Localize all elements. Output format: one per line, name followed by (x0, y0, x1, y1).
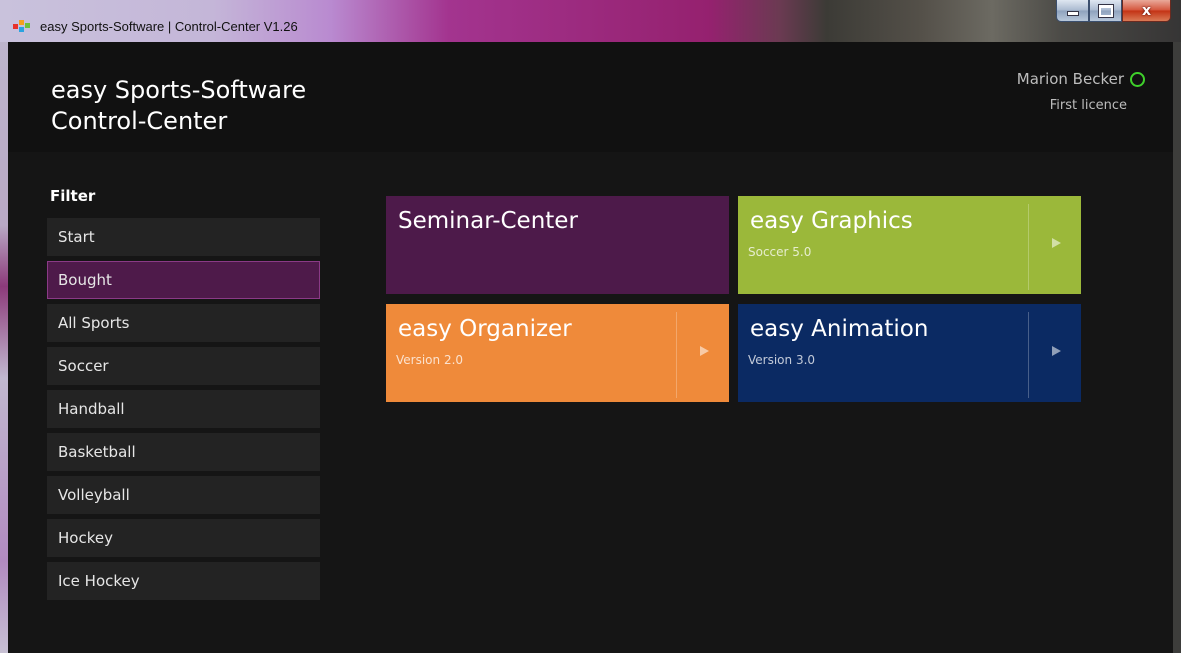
close-icon: x (1141, 2, 1152, 19)
tile-title: easy Animation (750, 316, 929, 342)
licence-label: First licence (1049, 98, 1127, 113)
window-title: easy Sports-Software | Control-Center V1… (40, 19, 298, 34)
close-button[interactable]: x (1122, 0, 1171, 22)
app-header: easy Sports-Software Control-Center Mari… (8, 42, 1173, 152)
user-name: Marion Becker (1016, 70, 1124, 88)
app-window: easy Sports-Software Control-Center Mari… (8, 42, 1173, 653)
tile-divider (1028, 312, 1029, 398)
tile-title: Seminar-Center (398, 208, 578, 234)
tile-seminar-center[interactable]: Seminar-Center (386, 196, 729, 294)
tile-subtitle: Version 2.0 (396, 353, 464, 367)
window-frame-left (0, 42, 8, 653)
minimize-icon (1066, 11, 1079, 16)
tile-subtitle: Version 3.0 (748, 353, 816, 367)
window-controls: x (1056, 0, 1171, 22)
maximize-button[interactable] (1089, 0, 1122, 22)
filter-item-ice-hockey[interactable]: Ice Hockey (47, 562, 320, 600)
filter-item-volleyball[interactable]: Volleyball (47, 476, 320, 514)
tile-subtitle: Soccer 5.0 (748, 245, 812, 259)
tile-easy-organizer[interactable]: easy Organizer Version 2.0 (386, 304, 729, 402)
brand-title: easy Sports-Software Control-Center (51, 75, 306, 137)
filter-item-hockey[interactable]: Hockey (47, 519, 320, 557)
tile-divider (1028, 204, 1029, 290)
brand-line-2: Control-Center (51, 107, 228, 135)
user-name-row: Marion Becker (1017, 70, 1145, 88)
brand-line-1: easy Sports-Software (51, 76, 307, 104)
filter-title: Filter (50, 187, 96, 205)
tile-easy-animation[interactable]: easy Animation Version 3.0 (738, 304, 1081, 402)
main-area: Filter Start Bought All Sports Soccer Ha… (8, 152, 1173, 653)
play-arrow-icon[interactable] (700, 346, 709, 356)
filter-item-all-sports[interactable]: All Sports (47, 304, 320, 342)
tile-divider (676, 312, 677, 398)
filter-item-handball[interactable]: Handball (47, 390, 320, 428)
filter-item-soccer[interactable]: Soccer (47, 347, 320, 385)
maximize-icon (1098, 4, 1113, 17)
filter-item-bought[interactable]: Bought (47, 261, 320, 299)
app-logo-icon (13, 20, 30, 32)
filter-list: Start Bought All Sports Soccer Handball … (47, 218, 320, 605)
window-frame-right (1173, 42, 1181, 653)
play-arrow-icon[interactable] (1052, 238, 1061, 248)
user-info[interactable]: Marion Becker First licence (1017, 70, 1145, 113)
tile-title: easy Organizer (398, 316, 572, 342)
tile-title: easy Graphics (750, 208, 913, 234)
online-status-icon (1130, 71, 1145, 87)
filter-item-basketball[interactable]: Basketball (47, 433, 320, 471)
minimize-button[interactable] (1056, 0, 1089, 22)
tile-easy-graphics[interactable]: easy Graphics Soccer 5.0 (738, 196, 1081, 294)
play-arrow-icon[interactable] (1052, 346, 1061, 356)
window-titlebar[interactable]: easy Sports-Software | Control-Center V1… (0, 0, 1181, 42)
filter-item-start[interactable]: Start (47, 218, 320, 256)
